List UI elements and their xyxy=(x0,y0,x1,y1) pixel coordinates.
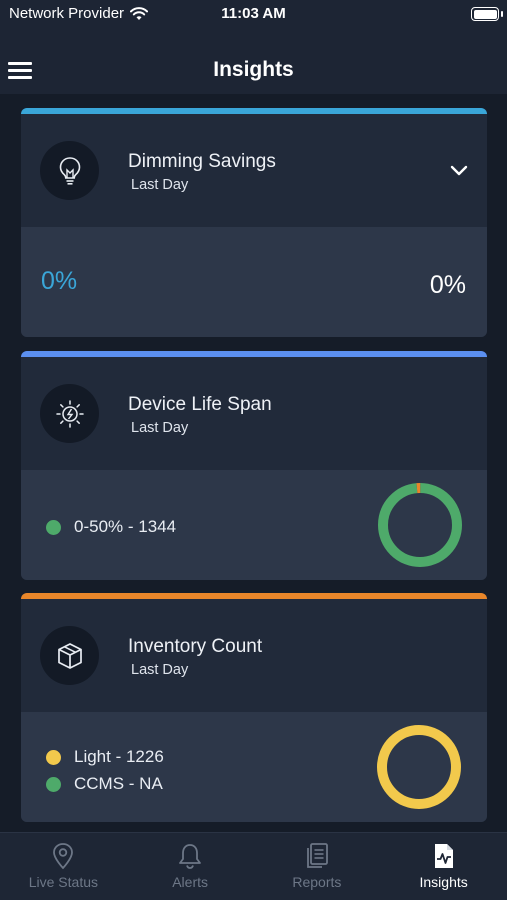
tab-label: Insights xyxy=(419,874,468,890)
insights-icon xyxy=(434,844,453,868)
nav-bar: Insights xyxy=(0,30,507,94)
card-title: Device Life Span xyxy=(128,394,272,415)
legend-label: Light - 1226 xyxy=(74,747,164,766)
donut-segment-light xyxy=(377,725,461,809)
card-subtitle: Last Day xyxy=(131,662,189,678)
battery-cap xyxy=(501,11,503,17)
legend-dot xyxy=(46,519,61,535)
tab-label: Alerts xyxy=(172,874,209,890)
savings-percent-right: 0% xyxy=(429,271,466,299)
legend-dot xyxy=(46,776,61,792)
location-pin-icon xyxy=(53,843,74,870)
legend-label: 0-50% - 1344 xyxy=(74,517,177,536)
status-time: 11:03 AM xyxy=(221,5,286,22)
tab-alerts[interactable]: Alerts xyxy=(127,833,254,900)
dimming-savings-card[interactable]: Dimming Savings Last Day 0% 0% xyxy=(21,108,487,337)
reports-icon xyxy=(306,843,328,868)
tab-bar: Live Status Alerts Reports Insights xyxy=(0,832,507,900)
card-body: Light - 1226 CCMS - NA xyxy=(21,712,487,822)
status-bar: Network Provider 11:03 AM xyxy=(0,0,507,30)
card-body: 0-50% - 1344 xyxy=(21,470,487,580)
insights-list[interactable]: Dimming Savings Last Day 0% 0% Device Li… xyxy=(0,94,507,832)
donut-segment-0-50- xyxy=(378,483,462,567)
card-body: 0% 0% xyxy=(21,227,487,337)
tab-label: Live Status xyxy=(28,874,98,890)
inventory-donut-chart xyxy=(377,725,461,809)
chevron-down-icon[interactable] xyxy=(449,164,469,178)
bell-icon xyxy=(179,844,202,869)
legend-item: 0-50% - 1344 xyxy=(46,517,176,537)
card-header[interactable]: Dimming Savings Last Day xyxy=(21,114,487,227)
tab-label: Reports xyxy=(292,874,342,890)
card-subtitle: Last Day xyxy=(131,177,189,193)
inventory-count-card[interactable]: Inventory Count Last Day Light - 1226 CC… xyxy=(21,593,487,822)
card-subtitle: Last Day xyxy=(131,420,189,436)
tab-live-status[interactable]: Live Status xyxy=(0,833,127,900)
card-title: Dimming Savings xyxy=(128,151,276,172)
card-header[interactable]: Device Life Span Last Day xyxy=(21,357,487,470)
lifespan-sun-icon xyxy=(40,384,99,443)
legend-item: Light - 1226 xyxy=(46,747,164,767)
tab-reports[interactable]: Reports xyxy=(254,833,381,900)
lightbulb-icon xyxy=(40,141,99,200)
card-header[interactable]: Inventory Count Last Day xyxy=(21,599,487,712)
tab-insights[interactable]: Insights xyxy=(380,833,507,900)
device-life-span-card[interactable]: Device Life Span Last Day 0-50% - 1344 xyxy=(21,351,487,580)
box-icon xyxy=(40,626,99,685)
page-title: Insights xyxy=(213,58,294,81)
battery-icon xyxy=(471,7,499,21)
lifespan-donut-chart xyxy=(378,483,462,567)
legend-dot xyxy=(46,749,61,765)
legend-item: CCMS - NA xyxy=(46,774,163,794)
card-title: Inventory Count xyxy=(128,636,263,657)
legend-label: CCMS - NA xyxy=(74,774,163,793)
savings-percent-left: 0% xyxy=(41,267,78,295)
